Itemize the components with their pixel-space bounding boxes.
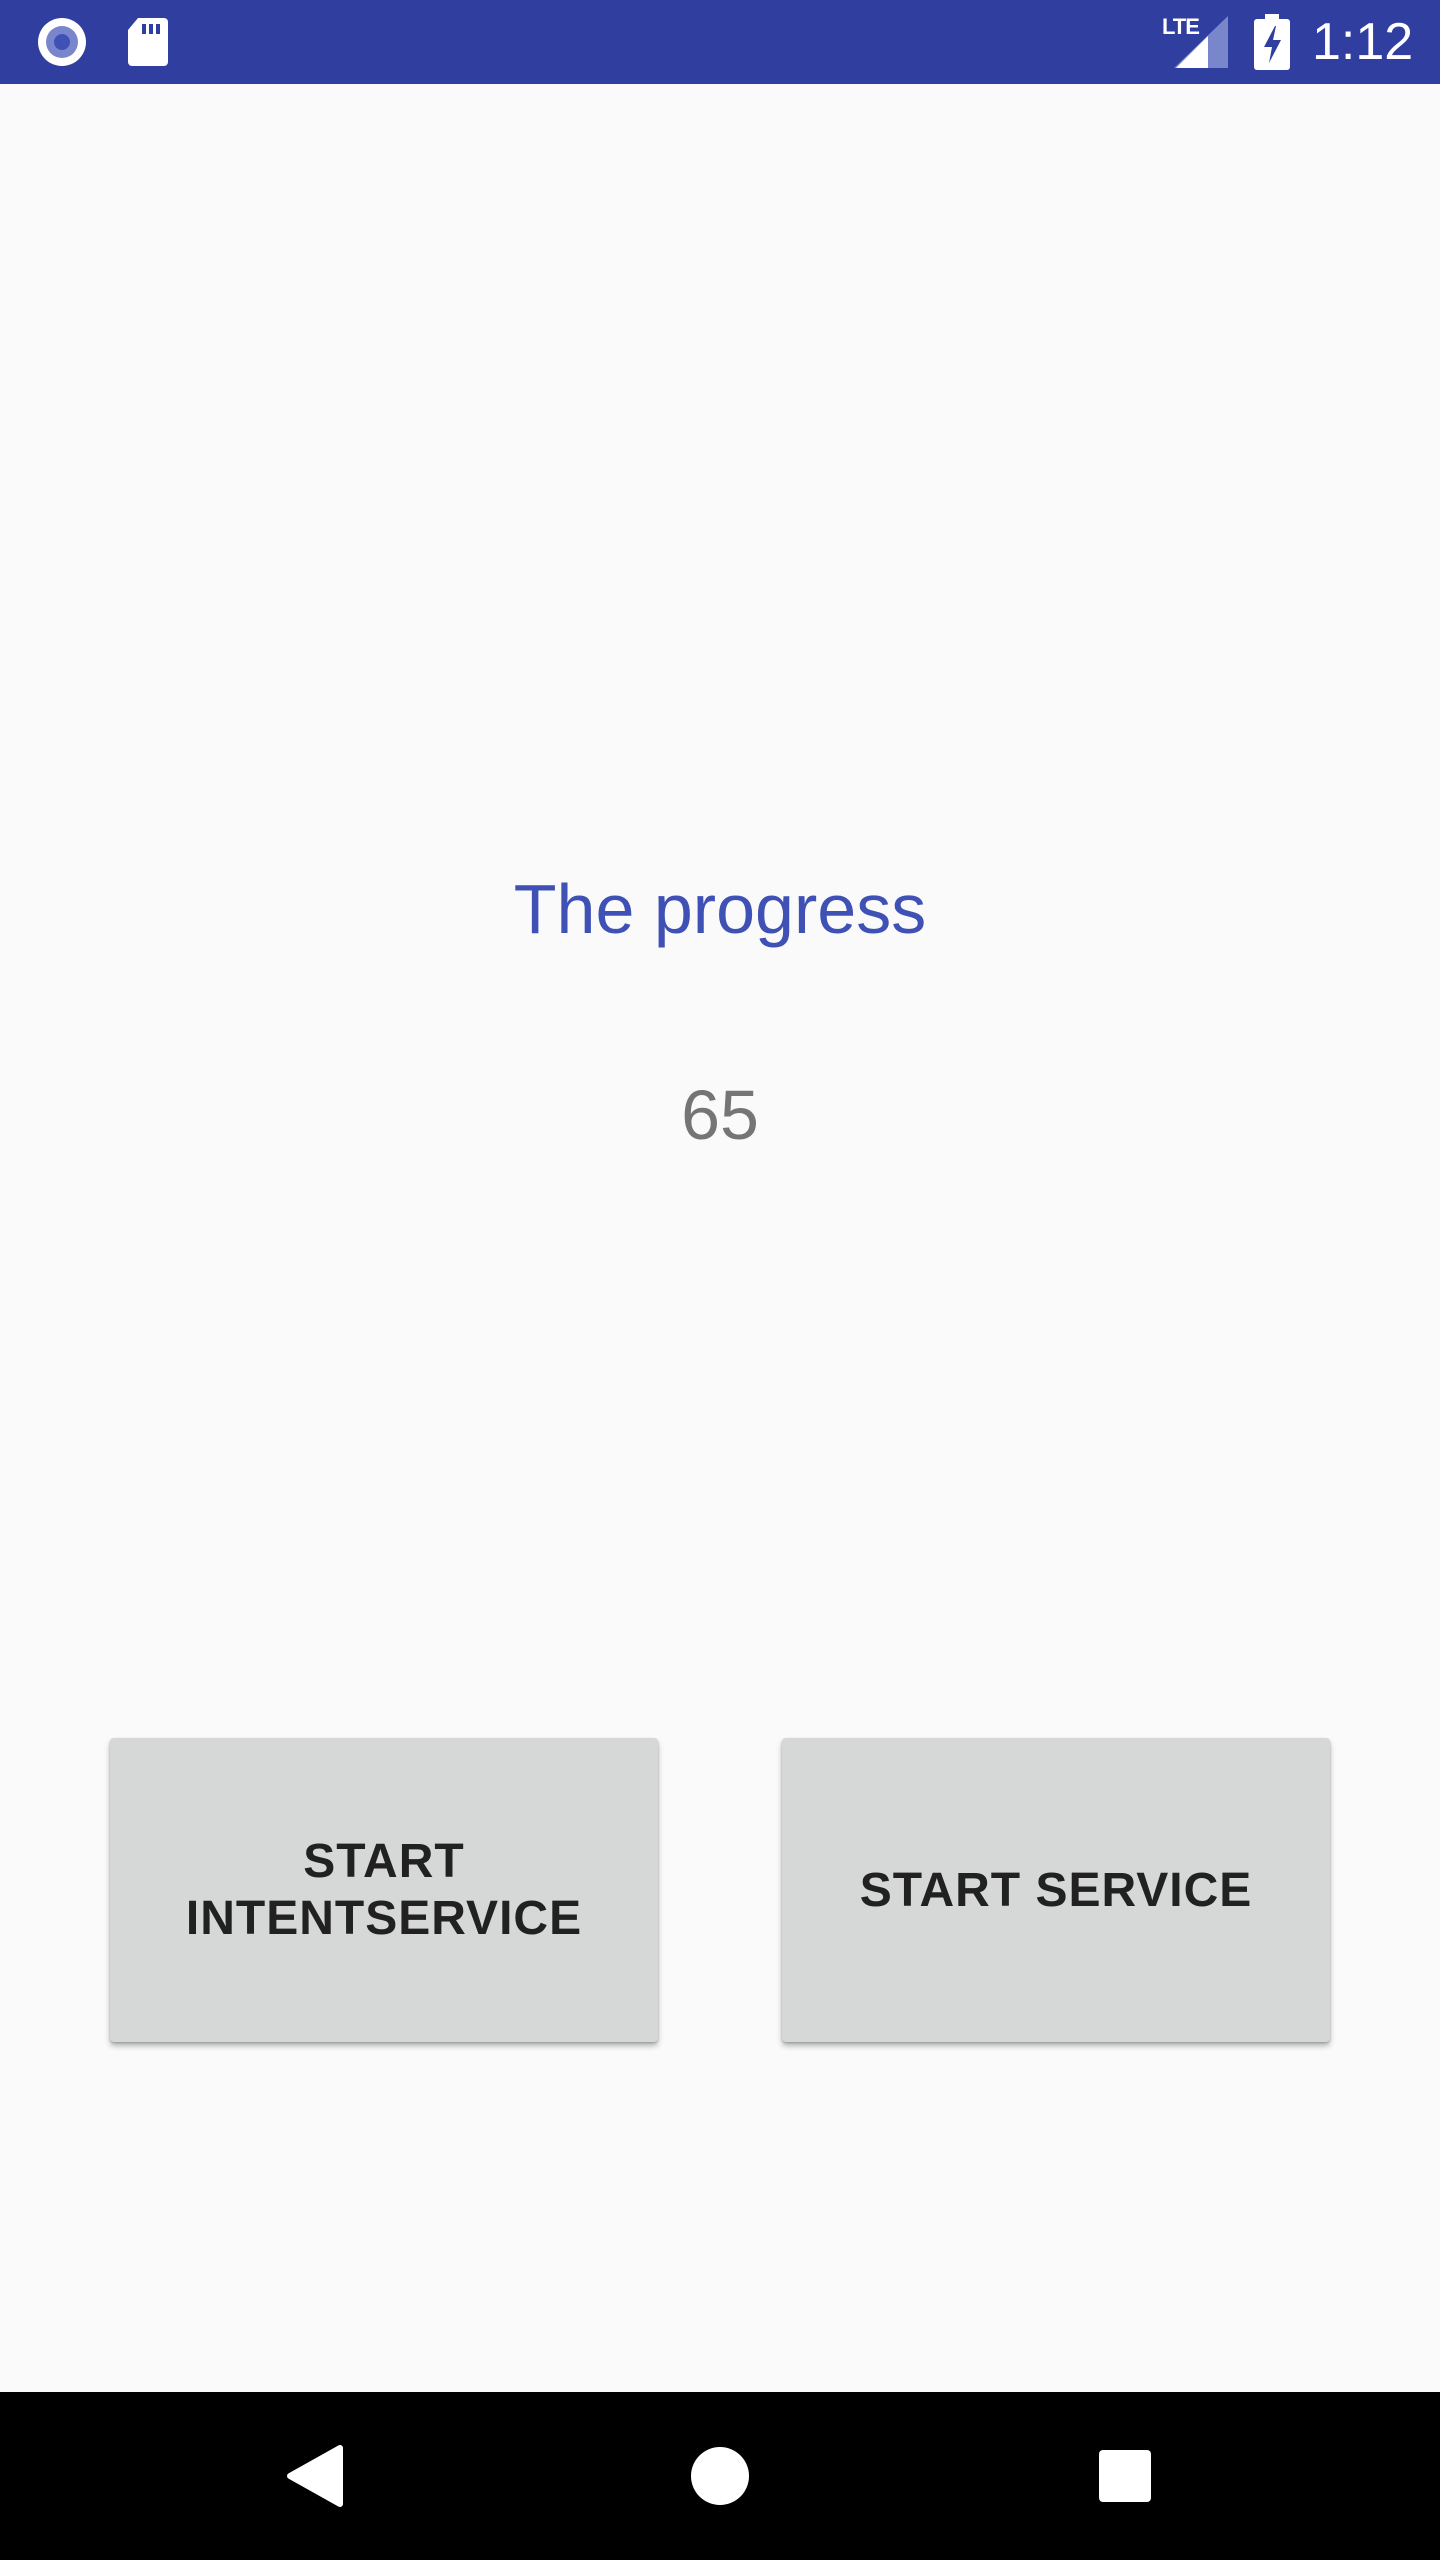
radio-icon xyxy=(38,18,86,66)
battery-charging-icon xyxy=(1254,14,1290,70)
recents-icon[interactable] xyxy=(1081,2432,1169,2520)
clock: 1:12 xyxy=(1312,13,1414,71)
progress-title: The progress xyxy=(513,870,927,948)
start-service-button[interactable]: START SERVICE xyxy=(782,1738,1330,2042)
main-content: The progress 65 START INTENTSERVICE STAR… xyxy=(0,84,1440,2392)
progress-value: 65 xyxy=(681,1076,759,1154)
back-icon[interactable] xyxy=(272,2432,360,2520)
start-service-label: START SERVICE xyxy=(859,1863,1253,1917)
lte-signal-icon xyxy=(1174,16,1228,68)
home-icon[interactable] xyxy=(676,2432,764,2520)
status-bar: LTE 1:12 xyxy=(0,0,1440,84)
navigation-bar xyxy=(0,2392,1440,2560)
start-intentservice-button[interactable]: START INTENTSERVICE xyxy=(110,1738,658,2042)
sd-card-icon xyxy=(128,18,168,66)
start-intentservice-label: START INTENTSERVICE xyxy=(185,1835,583,1945)
